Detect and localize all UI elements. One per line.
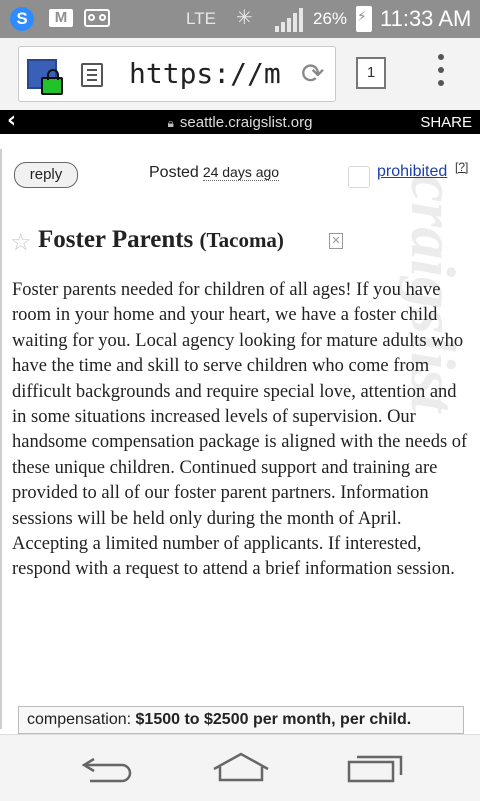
system-nav-bar <box>0 734 480 801</box>
posted-label: Posted <box>149 164 199 181</box>
secure-lock-icon[interactable] <box>41 69 63 95</box>
compensation-value: $1500 to $2500 per month, per child. <box>135 711 412 728</box>
listing-title: Foster Parents (Tacoma) <box>38 226 284 254</box>
data-activity-icon: ✳ <box>236 5 253 29</box>
network-type: LTE <box>186 9 216 28</box>
posted-age: 24 days ago <box>202 164 280 181</box>
overflow-menu-icon[interactable] <box>437 54 445 94</box>
battery-charging-icon <box>356 6 372 32</box>
address-bar[interactable]: https://m ⟳ <box>18 46 336 102</box>
tabs-button[interactable]: 1 <box>356 57 386 89</box>
app-notification-icon: S <box>10 7 34 31</box>
status-bar: S M LTE ✳ 26% 11:33 AM <box>0 0 480 38</box>
url-text[interactable]: https://m <box>129 57 297 90</box>
title-text: Foster Parents <box>38 226 194 253</box>
hide-listing-icon[interactable]: ✕ <box>329 233 343 249</box>
back-icon[interactable] <box>80 753 134 783</box>
help-link[interactable]: [?] <box>455 160 468 174</box>
voicemail-icon <box>84 9 110 27</box>
favorite-star-icon[interactable]: ☆ <box>10 228 32 256</box>
reader-mode-icon[interactable] <box>81 63 103 87</box>
prohibited-link[interactable]: prohibited <box>377 163 447 181</box>
site-domain: 🔒︎ seattle.craigslist.org <box>0 114 480 131</box>
home-icon[interactable] <box>212 751 270 783</box>
browser-toolbar: https://m ⟳ 1 <box>0 38 480 111</box>
site-header: ‹ 🔒︎ seattle.craigslist.org SHARE <box>0 108 480 134</box>
recent-apps-icon[interactable] <box>347 753 403 783</box>
compensation-label: compensation: <box>27 711 132 728</box>
battery-percent: 26% <box>313 9 348 28</box>
reply-button[interactable]: reply <box>14 162 78 188</box>
compensation-attribute: compensation: $1500 to $2500 per month, … <box>18 706 464 734</box>
posted-info: Posted 24 days ago <box>149 164 280 182</box>
signal-strength-icon <box>275 8 309 32</box>
share-button[interactable]: SHARE <box>420 114 472 131</box>
reload-icon[interactable]: ⟳ <box>301 57 324 90</box>
content-border <box>0 149 2 729</box>
domain-text: seattle.craigslist.org <box>179 114 313 131</box>
clock: 11:33 AM <box>380 6 472 31</box>
mail-icon: M <box>49 9 73 27</box>
prohibited-checkbox[interactable] <box>348 166 370 188</box>
listing-body: Foster parents needed for children of al… <box>12 280 468 580</box>
padlock-icon: 🔒︎ <box>167 116 174 130</box>
title-location: (Tacoma) <box>199 228 284 252</box>
listing-content: craigslist reply Posted 24 days ago prohi… <box>0 134 480 734</box>
